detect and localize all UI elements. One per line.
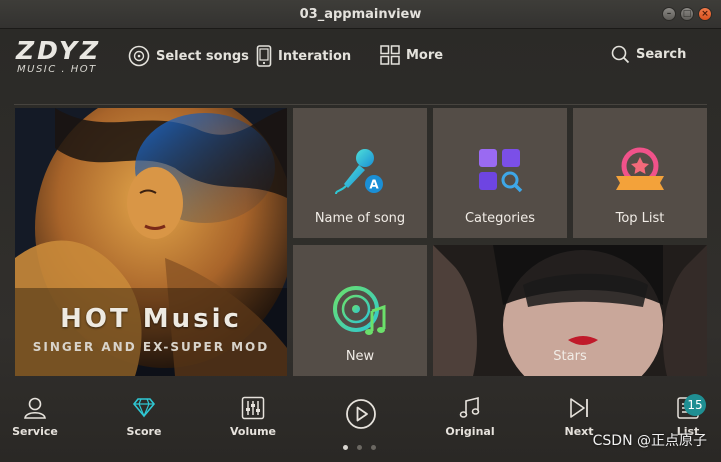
csdn-watermark: CSDN @正点原子: [592, 433, 707, 449]
bottom-volume[interactable]: Volume: [218, 396, 288, 438]
nav-search-label: Search: [636, 47, 687, 62]
page-indicator: [343, 445, 376, 450]
nav-interaction-label: Interation: [278, 48, 352, 64]
bottom-score[interactable]: Score: [109, 396, 179, 438]
header-divider: [14, 104, 707, 105]
hero-subtitle: SINGER AND EX-SUPER MOD: [32, 340, 270, 354]
logo-subtitle: MUSIC . HOT: [17, 64, 97, 75]
music-disc-icon: [333, 286, 386, 335]
user-icon: [24, 397, 46, 419]
hero-title: HOT Music: [60, 304, 242, 334]
list-count-badge: 15: [684, 394, 706, 416]
nav-more[interactable]: More: [380, 45, 443, 65]
close-button[interactable]: ×: [698, 7, 712, 21]
nav-select-songs-label: Select songs: [156, 48, 249, 64]
music-note-icon: [459, 396, 480, 418]
page-dot-2[interactable]: [357, 445, 362, 450]
play-button[interactable]: [345, 398, 377, 430]
hero-banner[interactable]: HOT Music SINGER AND EX-SUPER MOD: [15, 108, 287, 376]
disc-icon: [128, 45, 150, 67]
bottom-score-label: Score: [126, 425, 162, 438]
grid-icon: [380, 45, 400, 65]
logo-title: ZDYZ: [16, 36, 102, 65]
tile-new[interactable]: New: [293, 245, 427, 376]
bottom-toolbar: Service Score Volume Original Next List: [0, 384, 721, 462]
categories-icon: [479, 149, 523, 193]
skip-next-icon: [570, 398, 588, 418]
search-icon: [611, 45, 630, 64]
phone-icon: [256, 45, 272, 67]
nav-interaction[interactable]: Interation: [256, 45, 351, 67]
app-main-view: ZDYZ MUSIC . HOT Select songs Interation: [0, 29, 721, 462]
minimize-button[interactable]: –: [662, 7, 676, 21]
maximize-button[interactable]: □: [680, 7, 694, 21]
bottom-service-label: Service: [12, 425, 58, 438]
tile-stars-label: Stars: [553, 349, 587, 364]
tile-new-label: New: [345, 349, 375, 364]
bottom-service[interactable]: Service: [0, 396, 70, 438]
tile-categories-label: Categories: [464, 211, 536, 226]
bottom-next-label: Next: [564, 425, 594, 438]
bottom-volume-label: Volume: [230, 425, 276, 438]
window-controls: – □ ×: [662, 7, 712, 21]
svg-text:A: A: [369, 178, 379, 192]
window-title: 03_appmainview: [299, 6, 422, 22]
page-dot-1[interactable]: [343, 445, 348, 450]
app-logo: ZDYZ MUSIC . HOT: [16, 37, 101, 75]
microphone-icon: A: [335, 149, 383, 195]
window-titlebar: 03_appmainview – □ ×: [0, 0, 721, 29]
singer-photo: [15, 108, 287, 376]
nav-select-songs[interactable]: Select songs: [128, 45, 249, 67]
tile-top-list[interactable]: Top List: [573, 108, 707, 238]
award-ribbon-icon: [616, 147, 664, 190]
tile-categories[interactable]: Categories: [433, 108, 567, 238]
nav-more-label: More: [406, 47, 444, 63]
diamond-icon: [132, 398, 156, 418]
tile-name-of-song[interactable]: A Name of song: [293, 108, 427, 238]
bottom-original-label: Original: [445, 425, 495, 438]
tile-name-of-song-label: Name of song: [314, 211, 406, 226]
tile-top-list-label: Top List: [615, 211, 665, 226]
bottom-original[interactable]: Original: [435, 396, 505, 438]
app-header: ZDYZ MUSIC . HOT Select songs Interation: [0, 29, 721, 93]
equalizer-icon: [241, 396, 265, 420]
page-dot-3[interactable]: [371, 445, 376, 450]
tile-stars[interactable]: Stars: [433, 245, 707, 376]
nav-search[interactable]: Search: [611, 45, 686, 64]
